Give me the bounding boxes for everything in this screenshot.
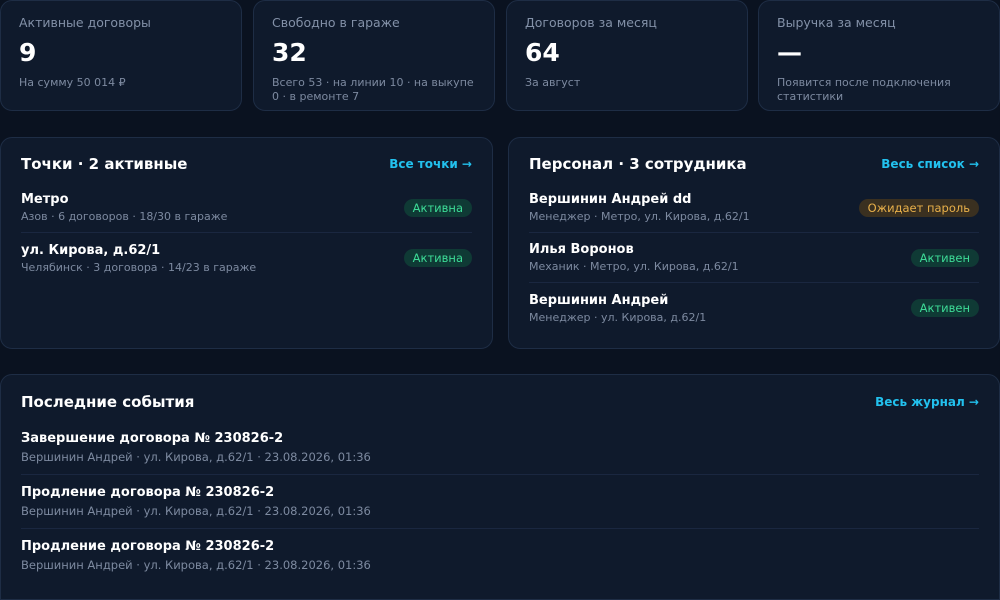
stat-sub: За август [525,76,581,89]
all-events-link[interactable]: Весь журнал → [875,395,979,409]
staff-row[interactable]: Вершинин Андрей dd Менеджер · Метро, ул.… [529,183,979,233]
event-item[interactable]: Продление договора № 230826-2 Вершинин А… [21,539,979,583]
event-item[interactable]: Завершение договора № 230826-2 Вершинин … [21,431,979,475]
points-panel-title: Точки · 2 активные [21,155,188,173]
status-badge: Ожидает пароль [858,198,979,217]
stat-sub: На сумму 50 014 ₽ [19,76,126,89]
staff-name: Вершинин Андрей [529,292,669,308]
event-details: Вершинин Андрей · ул. Кирова, д.62/1 · 2… [21,504,371,518]
staff-name: Илья Воронов [529,242,634,257]
point-details: Челябинск · 3 договора · 14/23 в гараже [21,260,257,274]
stat-value: 9 [19,38,37,67]
stat-value: — [777,38,802,67]
status-badge: Активна [403,198,472,217]
stat-sub: Всего 53 · на линии 10 · на выкупе 0 · в… [272,76,474,103]
point-name: ул. Кирова, д.62/1 [21,242,161,258]
staff-details: Менеджер · Метро, ул. Кирова, д.62/1 [529,210,750,223]
stat-card-free-in-garage: Свободно в гараже 32 Всего 53 · на линии… [253,0,495,111]
stat-card-revenue-month: Выручка за месяц — Появится после подклю… [758,0,1000,111]
event-title: Продление договора № 230826-2 [21,485,275,500]
staff-panel-title: Персонал · 3 сотрудника [529,155,747,173]
all-points-link[interactable]: Все точки → [389,157,472,171]
event-details: Вершинин Андрей · ул. Кирова, д.62/1 · 2… [21,558,371,572]
point-name: Метро [21,192,69,207]
all-staff-link[interactable]: Весь список → [881,157,979,171]
point-row[interactable]: Метро Азов · 6 договоров · 18/30 в гараж… [21,183,472,233]
stat-label: Договоров за месяц [525,15,657,30]
event-details: Вершинин Андрей · ул. Кирова, д.62/1 · 2… [21,450,371,464]
status-badge: Активна [403,249,472,267]
event-title: Завершение договора № 230826-2 [21,431,284,446]
stat-card-active-contracts: Активные договоры 9 На сумму 50 014 ₽ [0,0,242,111]
staff-row[interactable]: Илья Воронов Механик · Метро, ул. Кирова… [529,233,979,283]
stat-sub: Появится после подключения статистики [777,76,951,103]
points-panel: Точки · 2 активные Все точки → Метро Азо… [0,137,493,349]
events-panel: Последние события Весь журнал → Завершен… [0,374,1000,600]
stat-value: 32 [272,38,307,67]
status-badge: Активен [910,248,979,267]
stat-label: Активные договоры [19,15,151,30]
event-item[interactable]: Продление договора № 230826-2 Вершинин А… [21,485,979,529]
staff-details: Менеджер · ул. Кирова, д.62/1 [529,310,707,324]
stat-label: Свободно в гараже [272,15,400,30]
event-title: Продление договора № 230826-2 [21,539,275,554]
stat-label: Выручка за месяц [777,15,896,30]
staff-name: Вершинин Андрей dd [529,192,692,207]
events-panel-title: Последние события [21,393,195,411]
point-details: Азов · 6 договоров · 18/30 в гараже [21,210,228,223]
point-row[interactable]: ул. Кирова, д.62/1 Челябинск · 3 договор… [21,233,472,283]
staff-panel: Персонал · 3 сотрудника Весь список → Ве… [508,137,1000,349]
staff-row[interactable]: Вершинин Андрей Менеджер · ул. Кирова, д… [529,283,979,333]
staff-details: Механик · Метро, ул. Кирова, д.62/1 [529,260,739,273]
stat-card-contracts-month: Договоров за месяц 64 За август [506,0,748,111]
stat-value: 64 [525,38,560,67]
status-badge: Активен [910,299,979,317]
